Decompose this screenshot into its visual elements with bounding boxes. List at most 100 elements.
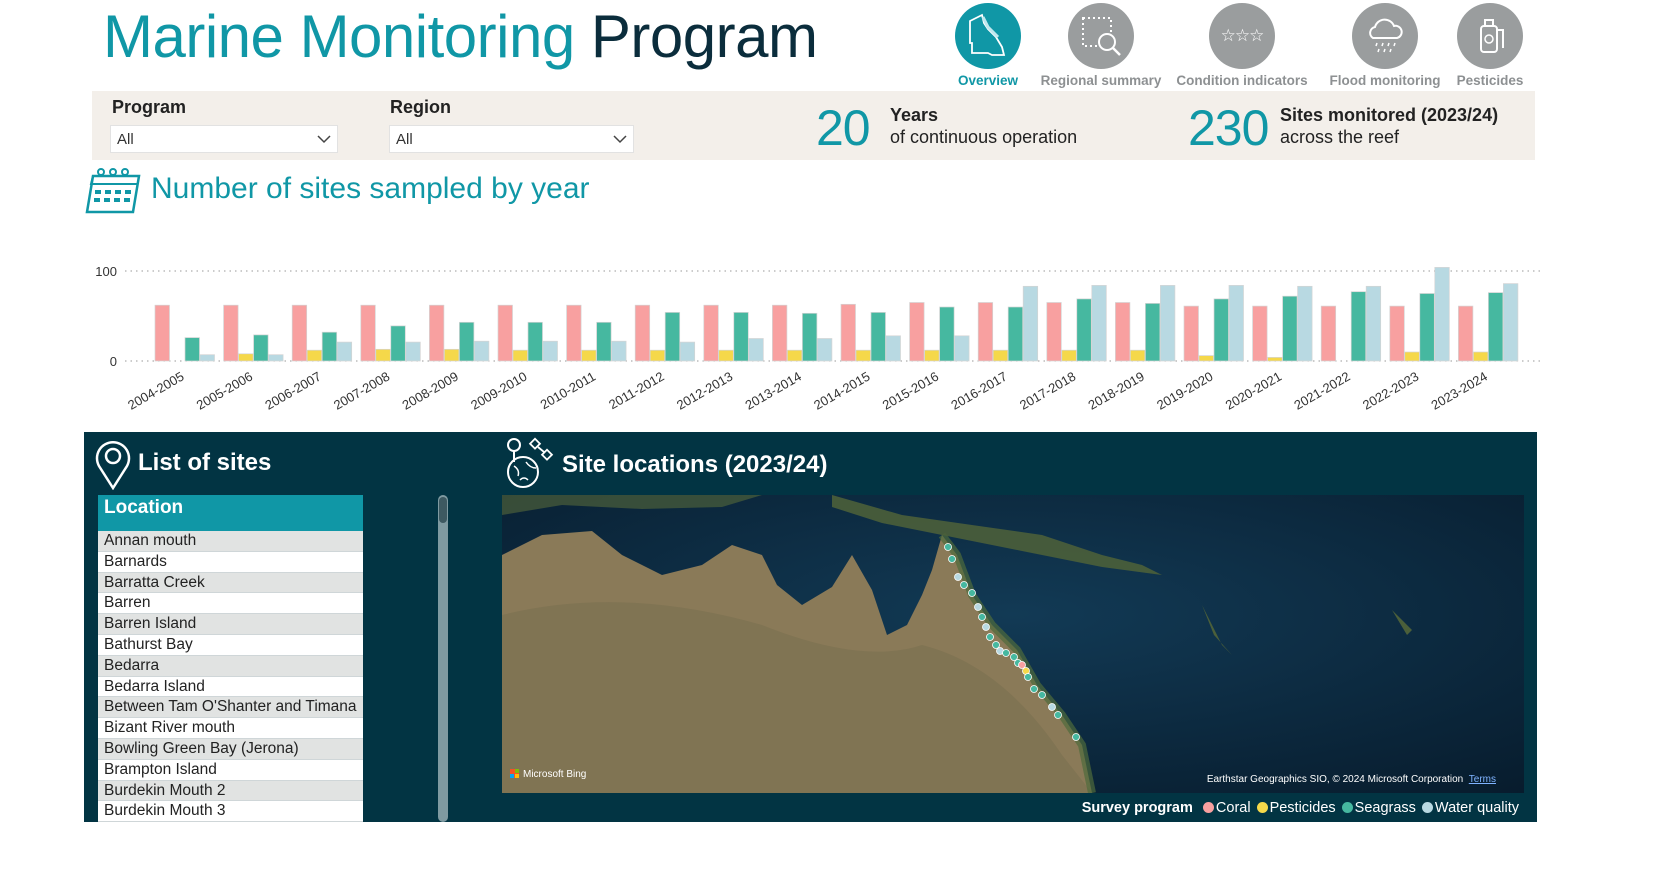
bar-pesticides[interactable] [444, 348, 460, 362]
site-row[interactable]: Bizant River mouth [98, 718, 363, 739]
bar-water-quality[interactable] [679, 341, 696, 362]
site-marker[interactable] [960, 581, 968, 589]
scrollbar-thumb[interactable] [439, 497, 447, 523]
nav-regional-summary[interactable]: Regional summary [1031, 3, 1171, 88]
bar-coral[interactable] [1320, 305, 1337, 362]
site-marker[interactable] [1030, 685, 1038, 693]
site-marker[interactable] [948, 555, 956, 563]
bar-water-quality[interactable] [954, 335, 970, 362]
bar-water-quality[interactable] [1365, 285, 1382, 362]
bar-water-quality[interactable] [1022, 285, 1039, 362]
bar-pesticides[interactable] [581, 349, 597, 362]
bar-coral[interactable] [497, 304, 513, 362]
bar-coral[interactable] [1115, 302, 1131, 362]
site-row[interactable]: Bathurst Bay [98, 634, 363, 656]
list-scrollbar[interactable] [438, 495, 448, 822]
site-marker[interactable] [944, 543, 952, 551]
bar-coral[interactable] [1389, 305, 1405, 362]
bar-pesticides[interactable] [306, 349, 323, 362]
bar-water-quality[interactable] [1160, 285, 1176, 362]
site-row[interactable]: Burdekin Mouth 3 [98, 801, 363, 822]
bar-seagrass[interactable] [459, 321, 475, 362]
bar-pesticides[interactable] [649, 349, 666, 362]
bar-water-quality[interactable] [1503, 283, 1519, 362]
site-marker[interactable] [1024, 673, 1032, 681]
bar-seagrass[interactable] [1145, 303, 1161, 362]
bar-seagrass[interactable] [253, 334, 269, 362]
bar-coral[interactable] [154, 304, 170, 362]
bar-pesticides[interactable] [512, 349, 528, 362]
bar-pesticides[interactable] [238, 353, 254, 362]
legend-seagrass[interactable]: Seagrass [1341, 800, 1416, 816]
site-row[interactable]: Barnards [98, 551, 363, 573]
bar-seagrass[interactable] [870, 312, 886, 362]
bar-water-quality[interactable] [405, 341, 421, 362]
site-marker[interactable] [986, 633, 994, 641]
site-row[interactable]: Burdekin Mouth 2 [98, 780, 363, 802]
bar-pesticides[interactable] [1473, 351, 1489, 362]
bar-pesticides[interactable] [1130, 349, 1146, 362]
bar-seagrass[interactable] [1007, 306, 1024, 362]
bar-water-quality[interactable] [611, 340, 627, 362]
bar-coral[interactable] [1458, 305, 1474, 362]
bar-water-quality[interactable] [1091, 285, 1107, 362]
bar-coral[interactable] [360, 304, 376, 362]
legend-water-quality[interactable]: Water quality [1421, 800, 1519, 816]
bar-seagrass[interactable] [1076, 298, 1092, 362]
bar-pesticides[interactable] [718, 349, 734, 362]
bar-pesticides[interactable] [992, 349, 1009, 362]
bar-seagrass[interactable] [802, 312, 818, 362]
bar-coral[interactable] [291, 304, 308, 362]
site-marker[interactable] [1002, 649, 1010, 657]
site-marker[interactable] [968, 589, 976, 597]
bar-seagrass[interactable] [596, 321, 612, 362]
bar-water-quality[interactable] [817, 338, 833, 362]
site-row[interactable]: Bowling Green Bay (Jerona) [98, 738, 363, 760]
bar-pesticides[interactable] [1404, 351, 1420, 362]
bar-pesticides[interactable] [375, 348, 391, 362]
bar-coral[interactable] [909, 302, 925, 362]
region-dropdown[interactable]: All [389, 125, 634, 153]
bar-seagrass[interactable] [733, 312, 749, 362]
site-row[interactable]: Brampton Island [98, 759, 363, 781]
site-row[interactable]: Barren [98, 593, 363, 615]
bar-water-quality[interactable] [542, 340, 558, 362]
bar-coral[interactable] [223, 304, 239, 362]
bar-seagrass[interactable] [939, 306, 955, 362]
bar-water-quality[interactable] [336, 341, 353, 362]
bar-water-quality[interactable] [1297, 285, 1313, 362]
bar-seagrass[interactable] [1419, 293, 1435, 362]
bar-water-quality[interactable] [268, 354, 284, 362]
bar-water-quality[interactable] [199, 354, 215, 362]
bar-coral[interactable] [1183, 305, 1199, 362]
site-marker[interactable] [1038, 691, 1046, 699]
site-marker[interactable] [954, 573, 962, 581]
bar-seagrass[interactable] [527, 321, 543, 362]
bar-pesticides[interactable] [1061, 349, 1077, 362]
bar-water-quality[interactable] [748, 338, 764, 362]
bar-water-quality[interactable] [1434, 267, 1450, 362]
legend-pesticides[interactable]: Pesticides [1256, 800, 1336, 816]
site-marker[interactable] [1054, 711, 1062, 719]
program-dropdown[interactable]: All [110, 125, 338, 153]
bar-seagrass[interactable] [664, 312, 681, 362]
site-marker[interactable] [978, 613, 986, 621]
nav-condition-indicators[interactable]: ☆☆☆ Condition indicators [1172, 3, 1312, 88]
bar-pesticides[interactable] [787, 349, 803, 362]
bar-coral[interactable] [977, 302, 994, 362]
site-row[interactable]: Barratta Creek [98, 572, 363, 594]
bar-seagrass[interactable] [1213, 298, 1229, 362]
bar-coral[interactable] [1252, 305, 1268, 362]
bar-coral[interactable] [703, 304, 719, 362]
site-row[interactable]: Bedarra Island [98, 676, 363, 698]
legend-coral[interactable]: Coral [1202, 800, 1251, 816]
bar-seagrass[interactable] [321, 331, 338, 362]
bar-coral[interactable] [1046, 302, 1062, 362]
column-header-location[interactable]: Location [98, 495, 363, 531]
bar-seagrass[interactable] [390, 325, 406, 362]
terms-link[interactable]: Terms [1469, 774, 1496, 785]
bar-pesticides[interactable] [855, 349, 871, 362]
bar-coral[interactable] [566, 304, 582, 362]
bar-coral[interactable] [840, 303, 856, 362]
site-row[interactable]: Between Tam O'Shanter and Timana [98, 697, 363, 719]
